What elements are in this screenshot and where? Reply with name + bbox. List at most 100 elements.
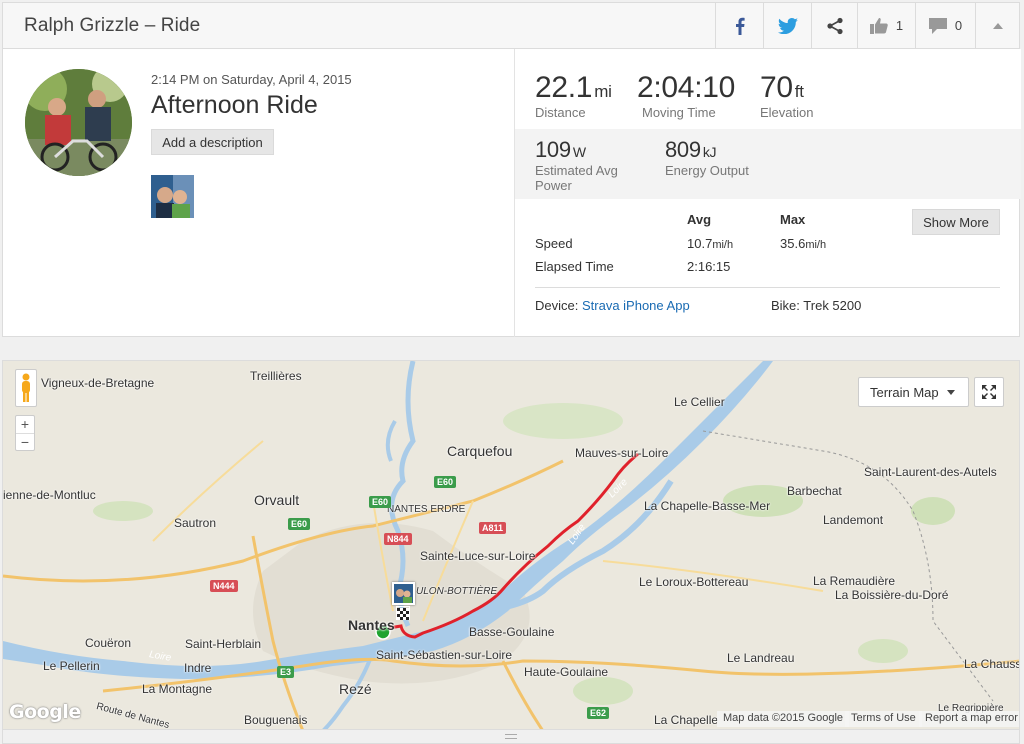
- kudos-button[interactable]: 1: [857, 3, 915, 48]
- zoom-control: + −: [15, 415, 35, 451]
- primary-stats: 22.1 mi Distance 2:04:10 Moving Time 70 ft…: [515, 49, 1021, 129]
- map-label: Mauves-sur-Loire: [575, 446, 669, 460]
- map-label: Orvault: [254, 492, 300, 508]
- distance-label: Distance: [535, 105, 586, 120]
- zoom-out-button[interactable]: −: [16, 434, 34, 452]
- twitter-share-button[interactable]: [763, 3, 811, 48]
- road-shield: N444: [210, 580, 238, 592]
- map-label: ienne-de-Montluc: [3, 488, 96, 502]
- road-shield: E60: [288, 518, 311, 530]
- terms-of-use-link[interactable]: Terms of Use: [845, 711, 922, 727]
- power-stat: 109 W Estimated Avg Power: [535, 137, 645, 193]
- map-label: La Chapelle: [654, 713, 719, 727]
- map-label: Bouguenais: [244, 713, 308, 727]
- speed-label: Speed: [535, 236, 573, 251]
- chevron-down-icon: [946, 389, 955, 395]
- twitter-icon: [777, 17, 798, 34]
- share-button[interactable]: [811, 3, 857, 48]
- details-divider: [535, 287, 1000, 288]
- map-label: Landemont: [823, 513, 884, 527]
- map-label: La Boissière-du-Doré: [835, 588, 949, 602]
- distance-value: 22.1: [535, 71, 593, 104]
- road-shield: E62: [587, 707, 610, 719]
- comment-icon: [928, 17, 947, 34]
- energy-label: Energy Output: [665, 163, 749, 178]
- moving-time-value: 2:04:10: [637, 71, 735, 104]
- power-label: Estimated Avg Power: [535, 163, 618, 193]
- map-photo-marker[interactable]: [392, 582, 415, 605]
- map-label: Saint-Sébastien-sur-Loire: [376, 648, 513, 662]
- facebook-share-button[interactable]: [715, 3, 763, 48]
- map-label: NANTES ERDRE: [387, 504, 466, 515]
- map-type-dropdown[interactable]: Terrain Map: [858, 377, 969, 407]
- map-label: Le Pellerin: [43, 659, 100, 673]
- map-label: Le Loroux-Bottereau: [639, 575, 749, 589]
- map-label: Rezé: [339, 681, 372, 697]
- avg-column-header: Avg: [687, 212, 712, 227]
- elevation-value: 70: [760, 71, 793, 104]
- route-map[interactable]: + − Terrain Map Vigneux-de-Bretagne Trei…: [2, 360, 1020, 730]
- distance-stat: 22.1 mi Distance: [535, 71, 612, 120]
- activity-datetime: 2:14 PM on Saturday, April 4, 2015: [151, 72, 352, 87]
- activity-photo-thumbnail[interactable]: [151, 175, 194, 218]
- power-value: 109: [535, 137, 571, 162]
- elapsed-time-value: 2:16:15: [687, 259, 731, 274]
- map-label: Haute-Goulaine: [524, 665, 609, 679]
- bike-name: Trek 5200: [803, 298, 862, 313]
- zoom-in-button[interactable]: +: [16, 416, 34, 434]
- secondary-stats: 109 W Estimated Avg Power 809 kJ Energy Ou…: [515, 129, 1021, 199]
- map-label: Sainte-Luce-sur-Loire: [420, 549, 536, 563]
- add-description-button[interactable]: Add a description: [151, 129, 274, 155]
- map-label: Saint-Herblain: [185, 637, 262, 651]
- activity-name[interactable]: Afternoon Ride: [151, 91, 318, 120]
- stats-panel: 22.1 mi Distance 2:04:10 Moving Time 70 ft…: [514, 49, 1021, 337]
- map-type-label: Terrain Map: [870, 384, 939, 400]
- map-label: Saint-Laurent-des-Autels: [864, 465, 997, 479]
- map-label: La Montagne: [142, 682, 213, 696]
- comments-count: 0: [954, 18, 963, 33]
- elevation-unit: ft: [794, 82, 804, 101]
- map-resize-handle[interactable]: [2, 730, 1020, 744]
- drag-handle-icon: [505, 734, 517, 739]
- collapse-button[interactable]: [975, 3, 1019, 48]
- street-view-pegman[interactable]: [15, 369, 37, 407]
- map-label: ULON-BOTTIÈRE: [416, 586, 498, 597]
- show-more-button[interactable]: Show More: [912, 209, 1000, 235]
- energy-unit: kJ: [702, 144, 717, 160]
- map-label: Le Cellier: [674, 395, 725, 409]
- device-info: Device: Strava iPhone App: [535, 298, 690, 313]
- moving-time-label: Moving Time: [642, 105, 716, 120]
- map-label: Nantes: [348, 617, 395, 633]
- page-title: Ralph Grizzle – Ride: [24, 14, 201, 36]
- max-column-header: Max: [780, 212, 806, 227]
- max-speed-value: 35.6mi/h: [780, 236, 827, 251]
- road-shield: E60: [434, 476, 457, 488]
- map-label: La Chauss: [964, 657, 1020, 671]
- avg-speed-value: 10.7mi/h: [687, 236, 734, 251]
- map-label: Indre: [184, 661, 212, 675]
- caret-up-icon: [992, 23, 1003, 29]
- finish-flag-icon: [396, 606, 410, 620]
- distance-unit: mi: [594, 82, 612, 101]
- map-label: Barbechat: [787, 484, 842, 498]
- facebook-icon: [735, 17, 745, 35]
- fullscreen-button[interactable]: [974, 377, 1004, 407]
- road-shield: N844: [384, 533, 412, 545]
- energy-value: 809: [665, 137, 701, 162]
- thumbs-up-icon: [869, 18, 888, 34]
- map-base: [3, 361, 1019, 729]
- map-label: Vigneux-de-Bretagne: [41, 376, 155, 390]
- map-label: Treillières: [250, 369, 302, 383]
- share-icon: [826, 17, 843, 34]
- athlete-avatar[interactable]: [25, 69, 132, 176]
- comments-button[interactable]: 0: [915, 3, 975, 48]
- device-link[interactable]: Strava iPhone App: [582, 298, 690, 313]
- map-label: Sautron: [174, 516, 217, 530]
- kudos-count: 1: [895, 18, 904, 33]
- fullscreen-icon: [982, 385, 996, 399]
- map-label: Basse-Goulaine: [469, 625, 555, 639]
- google-logo: Google: [9, 701, 81, 723]
- moving-time-stat: 2:04:10 Moving Time: [637, 71, 735, 120]
- report-map-error-link[interactable]: Report a map error: [919, 711, 1019, 727]
- road-shield: E3: [277, 666, 295, 678]
